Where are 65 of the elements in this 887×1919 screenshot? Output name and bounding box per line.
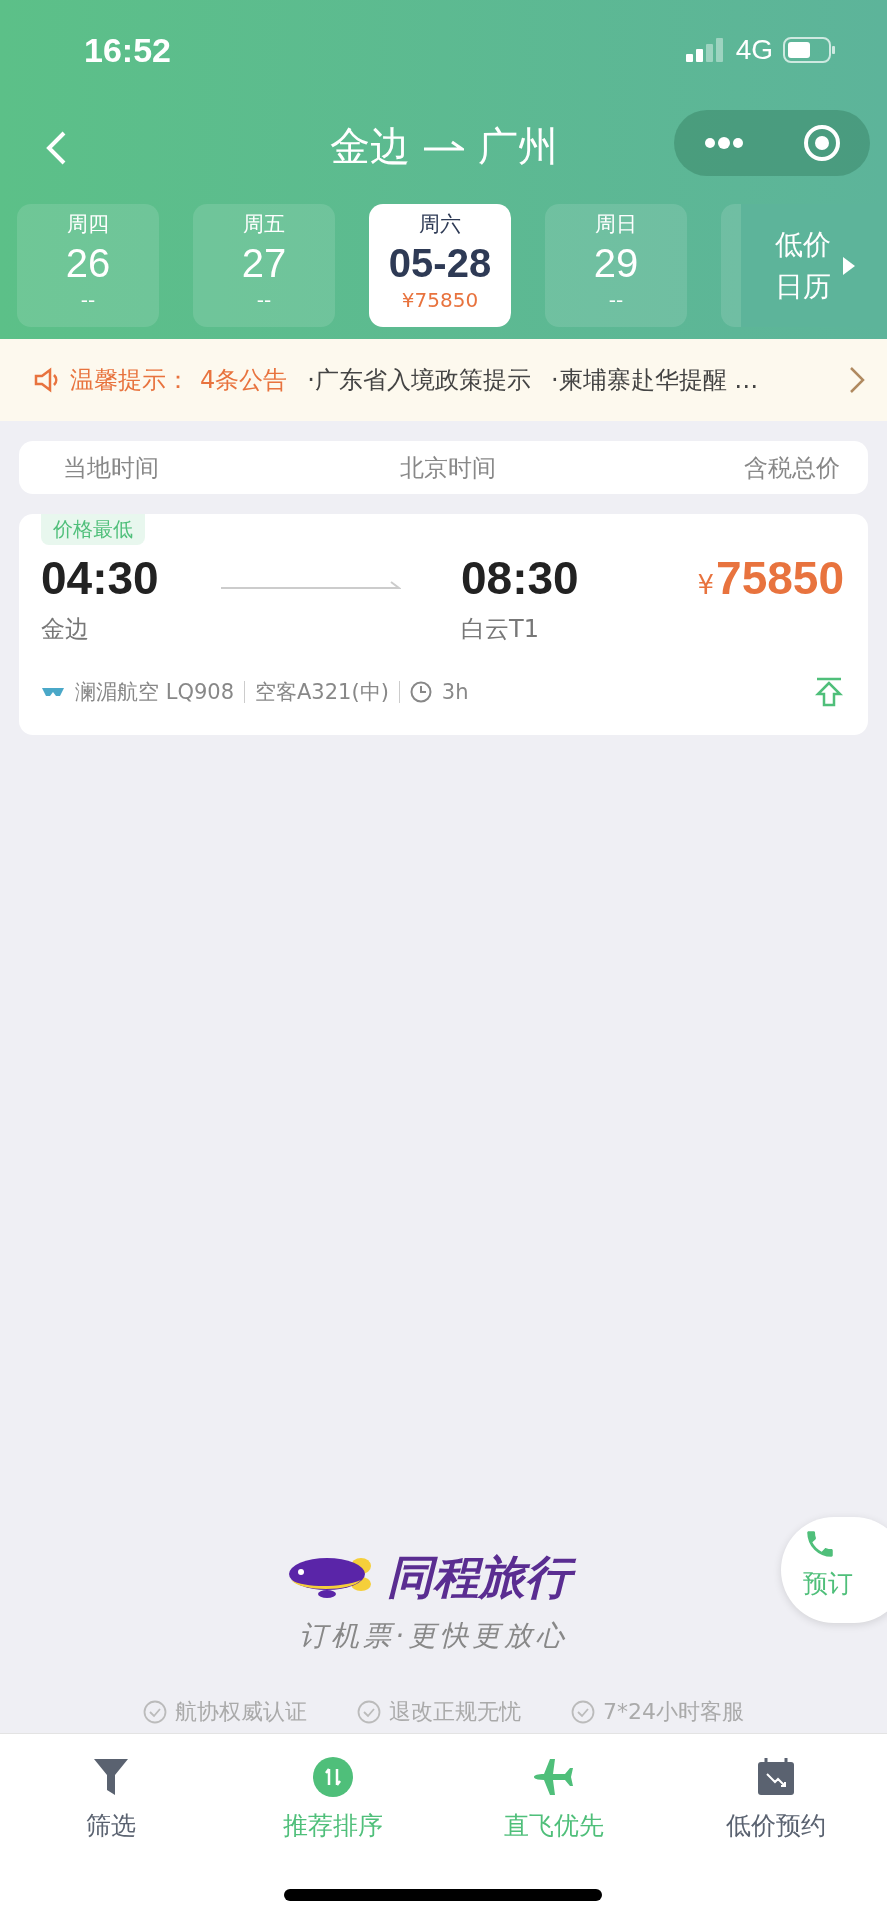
signal-icon [685,38,726,62]
departure-airport: 金边 [41,614,90,645]
notice-item: ·广东省入境政策提示 [307,365,531,396]
network-type: 4G [735,34,773,66]
more-icon[interactable] [703,137,744,149]
arrival-airport: 白云T1 [461,614,540,645]
date-price: -- [256,288,272,312]
currency-symbol: ¥ [697,570,715,600]
column-label: 当地时间 [63,452,160,484]
column-label: 北京时间 [400,452,497,484]
toolbar-tab[interactable]: 筛选 [0,1756,222,1846]
date-tab[interactable]: 周五 27 -- [193,204,335,327]
origin-city: 金边 [329,121,410,171]
status-time: 16:52 [84,30,171,70]
airline-flight: 澜湄航空 LQ908 [75,679,234,706]
calendar-icon [756,1757,797,1797]
back-icon[interactable] [44,130,68,166]
chevron-right-icon [849,366,865,394]
airline-logo-icon [41,686,65,698]
departure-time: 04:30 [41,551,160,605]
speaker-icon [34,367,60,393]
date-number: 05-28 [388,240,492,287]
column-label: 含税总价 [743,452,840,484]
brand-slogan: 订机票·更快更放心 [299,1618,568,1654]
arrival-time: 08:30 [461,551,580,605]
weekday: 周四 [67,211,109,238]
flight-card[interactable]: 价格最低 04:30 金边 08:30 白云T1 ¥75850 澜湄航空 LQ908 空客A321(中) 3h [19,514,868,735]
guarantee-text: 航协权威认证 [175,1698,307,1726]
check-circle-icon [571,1700,595,1724]
toolbar-tab[interactable]: 推荐排序 [221,1756,444,1846]
weekday: 周日 [595,211,637,238]
weekday: 周五 [243,211,285,238]
guarantee-text: 7*24小时客服 [603,1698,744,1726]
toolbar-tab[interactable]: 直飞优先 [443,1756,666,1846]
triangle-right-icon [843,256,855,275]
weekday: 周六 [419,211,461,238]
check-circle-icon [357,1700,381,1724]
flight-tag: 价格最低 [41,514,145,545]
date-price: -- [608,288,624,312]
clock-icon [409,681,432,703]
toolbar-tab[interactable]: 低价预约 [665,1756,887,1846]
date-number: 29 [593,240,639,287]
destination-city: 广州 [477,121,558,171]
date-number: 27 [241,240,287,287]
notice-count: 4条公告 [200,365,288,396]
guarantee-text: 退改正规无忧 [389,1698,521,1726]
flight-price: 75850 [716,551,844,605]
notice-label: 温馨提示： [70,365,190,396]
date-tab[interactable]: 周四 26 -- [17,204,159,327]
date-number: 26 [65,240,111,287]
share-icon[interactable] [814,677,844,707]
call-button[interactable]: 预订 [781,1517,887,1623]
battery-icon [783,37,837,63]
notice-bar[interactable]: 温馨提示： 4条公告 ·广东省入境政策提示 ·柬埔寨赴华提醒 … [0,339,887,421]
aircraft-type: 空客A321(中) [255,679,389,706]
filter-icon [91,1757,130,1797]
brand-name: 同程旅行 [382,1547,581,1607]
notice-item: ·柬埔寨赴华提醒 … [550,365,759,396]
check-circle-icon [143,1700,167,1724]
date-price: ¥75850 [401,288,479,312]
date-price: -- [80,288,96,312]
date-tab[interactable]: 周日 29 -- [545,204,687,327]
flight-duration: 3h [441,680,469,704]
sort-icon [312,1757,353,1797]
date-tab[interactable]: 周六 05-28 ¥75850 [369,204,511,327]
